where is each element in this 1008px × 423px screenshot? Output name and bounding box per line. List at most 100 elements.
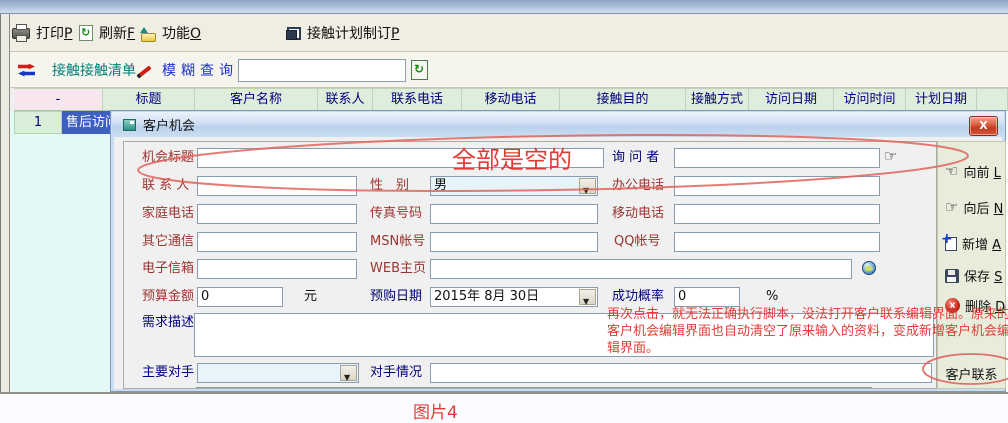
refresh-button[interactable]: 刷新F xyxy=(79,14,135,52)
refresh-label: 刷新F xyxy=(99,23,135,43)
column-header-purpose[interactable]: 接触目的 xyxy=(560,88,686,111)
qq-input[interactable] xyxy=(674,232,880,252)
function-button[interactable]: 功能O xyxy=(139,14,201,52)
inquirer-label: 询 问 者 xyxy=(612,148,659,168)
column-header-customer[interactable]: 客户名称 xyxy=(195,88,318,111)
msn-label: MSN帐号 xyxy=(370,232,425,252)
contact-input[interactable] xyxy=(197,176,357,196)
office-phone-label: 办公电话 xyxy=(612,176,664,196)
purchase-date-label: 预购日期 xyxy=(370,287,422,307)
competitor-info-label: 对手情况 xyxy=(370,363,422,383)
annotation-all-empty: 全部是空的 xyxy=(452,140,572,175)
function-icon xyxy=(139,27,156,40)
column-header-filler xyxy=(977,88,1008,111)
window-top-strip xyxy=(0,0,1008,14)
window-left-border xyxy=(0,14,10,392)
contact-list-label[interactable]: 接触接触清单 xyxy=(52,52,136,88)
floppy-icon xyxy=(945,269,959,283)
probability-unit: % xyxy=(766,287,778,307)
competitor-info-input[interactable] xyxy=(430,363,932,383)
save-button[interactable]: 保存 S xyxy=(945,266,1002,285)
contact-plan-label: 接触计划制订P xyxy=(307,23,399,43)
email-label: 电子信箱 xyxy=(142,259,194,279)
inquirer-input[interactable] xyxy=(674,148,880,168)
next-button[interactable]: ☞ 向后 N xyxy=(945,198,1003,217)
fuzzy-query-label[interactable]: 模糊查询 xyxy=(162,52,238,88)
dialog-titlebar[interactable]: 客户机会 X xyxy=(112,112,1004,137)
annotation-note: 再次点击，就无法正确执行脚本，没法打开客户联系编辑界面。原来的客户机会编辑界面也… xyxy=(607,306,1008,357)
mobile-label: 移动电话 xyxy=(612,204,664,224)
save-label: 保存 S xyxy=(964,266,1002,285)
pen-icon xyxy=(136,52,152,88)
fax-label: 传真号码 xyxy=(370,204,422,224)
main-toolbar: 打印P 刷新F 功能O 接触计划制订P xyxy=(0,14,1008,52)
function-label: 功能O xyxy=(162,23,201,43)
other-comm-input[interactable] xyxy=(197,232,357,252)
other-comm-label: 其它通信 xyxy=(142,232,194,252)
print-label: 打印P xyxy=(36,23,72,43)
contact-plan-button[interactable]: 接触计划制订P xyxy=(286,14,399,52)
search-refresh-button[interactable] xyxy=(411,60,428,80)
competitor-select[interactable] xyxy=(197,363,359,383)
fax-input[interactable] xyxy=(430,204,598,224)
customer-contact-button[interactable]: 客户联系 xyxy=(938,364,1005,383)
column-header-mobile[interactable]: 移动电话 xyxy=(462,88,560,111)
gender-label: 性 别 xyxy=(370,176,409,196)
office-phone-input[interactable] xyxy=(674,176,880,196)
column-header-visit-date[interactable]: 访问日期 xyxy=(749,88,834,111)
printer-icon xyxy=(12,28,30,39)
refresh-icon xyxy=(79,25,93,41)
globe-icon[interactable] xyxy=(862,261,876,275)
probability-label: 成功概率 xyxy=(612,287,664,307)
column-header-plan-date[interactable]: 计划日期 xyxy=(906,88,977,111)
secondary-toolbar: 接触接触清单 模糊查询 xyxy=(0,52,1008,88)
previous-button[interactable]: ☜ 向前 L xyxy=(945,162,1001,181)
home-phone-label: 家庭电话 xyxy=(142,204,194,224)
table-body xyxy=(10,111,110,392)
web-label: WEB主页 xyxy=(370,259,426,279)
contact-label: 联 系 人 xyxy=(142,176,189,196)
column-header-indicator[interactable]: - xyxy=(14,88,103,111)
email-input[interactable] xyxy=(197,259,357,279)
purchase-date-select[interactable]: 2015年 8月 30日 xyxy=(430,287,598,307)
swap-icon xyxy=(18,52,35,88)
previous-label: 向前 L xyxy=(963,162,1000,181)
clipped-control xyxy=(196,387,872,389)
chevron-down-icon[interactable] xyxy=(579,178,596,194)
windows-icon xyxy=(286,27,301,40)
budget-unit: 元 xyxy=(304,287,317,307)
row-number-cell: 1 xyxy=(14,111,62,134)
budget-input[interactable]: 0 xyxy=(197,287,283,307)
column-header-visit-time[interactable]: 访问时间 xyxy=(834,88,906,111)
competitor-label: 主要对手 xyxy=(142,363,194,383)
next-label: 向后 N xyxy=(963,198,1003,217)
column-header-method[interactable]: 接触方式 xyxy=(686,88,749,111)
add-new-label: 新增 A xyxy=(962,234,1001,253)
dialog-icon xyxy=(123,119,136,131)
hand-left-icon: ☜ xyxy=(945,164,958,179)
chevron-down-icon[interactable] xyxy=(579,289,596,305)
add-new-button[interactable]: 新增 A xyxy=(945,234,1001,253)
inquirer-lookup-hand-icon[interactable]: ☞ xyxy=(884,149,897,164)
print-button[interactable]: 打印P xyxy=(12,14,72,52)
close-button[interactable]: X xyxy=(969,116,998,136)
hand-right-icon: ☞ xyxy=(945,200,958,215)
add-page-icon xyxy=(945,237,957,251)
probability-input[interactable]: 0 xyxy=(674,287,740,307)
column-header-title[interactable]: 标题 xyxy=(103,88,195,111)
qq-label: QQ帐号 xyxy=(614,232,660,252)
gender-select[interactable]: 男 xyxy=(430,176,598,196)
mobile-input[interactable] xyxy=(674,204,880,224)
opportunity-title-label: 机会标题 xyxy=(142,148,194,168)
budget-label: 预算金额 xyxy=(142,287,194,307)
msn-input[interactable] xyxy=(430,232,598,252)
chevron-down-icon[interactable] xyxy=(340,365,357,381)
page-bottom-strip: 图片4 xyxy=(0,392,1008,423)
column-header-contact[interactable]: 联系人 xyxy=(318,88,373,111)
column-header-phone[interactable]: 联系电话 xyxy=(373,88,462,111)
web-input[interactable] xyxy=(430,259,852,279)
image-caption: 图片4 xyxy=(413,398,458,423)
home-phone-input[interactable] xyxy=(197,204,357,224)
search-input[interactable] xyxy=(238,59,406,82)
dialog-title: 客户机会 xyxy=(143,115,195,134)
